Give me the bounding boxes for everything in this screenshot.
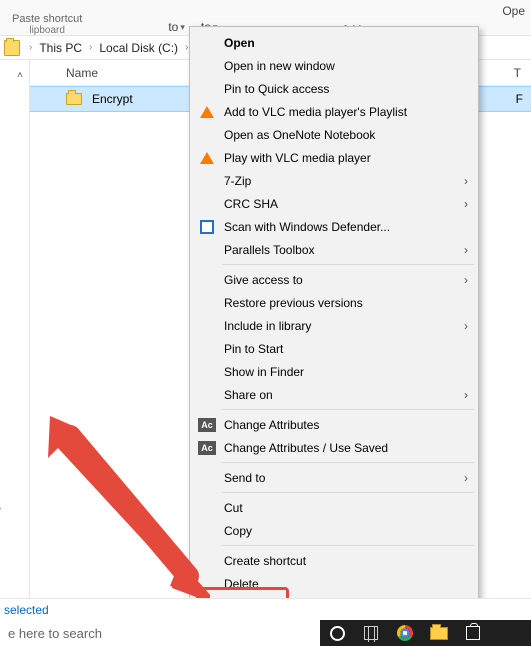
annotation-arrow (30, 406, 210, 616)
ctx-defender[interactable]: Scan with Windows Defender... (192, 215, 476, 238)
ctx-pin-start[interactable]: Pin to Start (192, 337, 476, 360)
crumb-this-pc[interactable]: This PC (37, 40, 84, 56)
submenu-arrow-icon: › (464, 273, 468, 287)
submenu-arrow-icon: › (464, 319, 468, 333)
ac-icon: Ac (198, 439, 216, 457)
chevron-right-icon: › (24, 42, 37, 53)
cortana-icon[interactable] (320, 620, 354, 646)
file-name: Encrypt (92, 92, 133, 106)
search-placeholder: e here to search (8, 626, 102, 641)
ctx-include-library[interactable]: Include in library› (192, 314, 476, 337)
ctx-parallels[interactable]: Parallels Toolbox› (192, 238, 476, 261)
taskbar-search[interactable]: e here to search (0, 620, 320, 646)
ctx-create-shortcut[interactable]: Create shortcut (192, 549, 476, 572)
submenu-arrow-icon: › (464, 388, 468, 402)
ctx-delete[interactable]: Delete (192, 572, 476, 595)
ctx-vlc-add[interactable]: Add to VLC media player's Playlist (192, 100, 476, 123)
submenu-arrow-icon: › (464, 243, 468, 257)
separator (222, 492, 474, 493)
store-icon[interactable] (456, 620, 490, 646)
vlc-icon (198, 103, 216, 121)
taskbar: e here to search (0, 620, 531, 646)
task-view-icon[interactable] (354, 620, 388, 646)
ctx-share-on[interactable]: Share on› (192, 383, 476, 406)
status-bar: selected (0, 598, 531, 620)
submenu-arrow-icon: › (464, 471, 468, 485)
nav-item[interactable]: ud File (0, 158, 30, 184)
ribbon-clipboard-label: lipboard (29, 25, 65, 36)
ribbon-open[interactable]: Ope (502, 0, 531, 18)
ctx-change-attributes-saved[interactable]: AcChange Attributes / Use Saved (192, 436, 476, 459)
ribbon-paste-shortcut-label: Paste shortcut (12, 13, 82, 25)
ctx-show-finder[interactable]: Show in Finder (192, 360, 476, 383)
drive-icon (4, 40, 20, 56)
ribbon-to-1[interactable]: to▾ (160, 0, 193, 36)
nav-item[interactable]: np (0, 520, 30, 546)
ctx-change-attributes[interactable]: AcChange Attributes (192, 413, 476, 436)
ctx-open[interactable]: Open (192, 31, 476, 54)
ribbon-paste-shortcut[interactable]: Paste shortcut lipboard (4, 0, 90, 36)
ctx-7zip[interactable]: 7-Zip› (192, 169, 476, 192)
column-right[interactable]: T (514, 66, 531, 80)
ctx-cut[interactable]: Cut (192, 496, 476, 519)
separator (222, 545, 474, 546)
ctx-pin-quick-access[interactable]: Pin to Quick access (192, 77, 476, 100)
explorer-icon[interactable] (422, 620, 456, 646)
crumb-local-disk[interactable]: Local Disk (C:) (97, 40, 180, 56)
vlc-icon (198, 149, 216, 167)
separator (222, 462, 474, 463)
chevron-right-icon: › (84, 42, 97, 53)
file-right-col: F (516, 92, 531, 106)
ctx-open-new-window[interactable]: Open in new window (192, 54, 476, 77)
ctx-copy[interactable]: Copy (192, 519, 476, 542)
nav-tree[interactable]: ˄ 0 gam ud File C:) WS.~B /S.~WS np (0, 60, 30, 620)
separator (222, 409, 474, 410)
nav-item[interactable]: 0 gam (0, 110, 30, 136)
ac-icon: Ac (198, 416, 216, 434)
chevron-down-icon: ▾ (180, 22, 185, 33)
ctx-restore-versions[interactable]: Restore previous versions (192, 291, 476, 314)
status-text: selected (4, 603, 49, 617)
nav-item[interactable]: WS.~B (0, 468, 30, 494)
shield-icon (198, 218, 216, 236)
ctx-onenote[interactable]: Open as OneNote Notebook (192, 123, 476, 146)
scroll-up-icon[interactable]: ˄ (17, 70, 23, 81)
nav-item[interactable]: C:) (0, 424, 30, 450)
submenu-arrow-icon: › (464, 197, 468, 211)
folder-icon (66, 93, 82, 105)
chrome-icon[interactable] (388, 620, 422, 646)
ctx-send-to[interactable]: Send to› (192, 466, 476, 489)
separator (222, 264, 474, 265)
column-name[interactable]: Name (66, 66, 98, 80)
ctx-vlc-play[interactable]: Play with VLC media player (192, 146, 476, 169)
submenu-arrow-icon: › (464, 174, 468, 188)
nav-item[interactable]: /S.~WS (0, 494, 30, 520)
ctx-crc-sha[interactable]: CRC SHA› (192, 192, 476, 215)
context-menu: Open Open in new window Pin to Quick acc… (189, 26, 479, 646)
ctx-give-access[interactable]: Give access to› (192, 268, 476, 291)
